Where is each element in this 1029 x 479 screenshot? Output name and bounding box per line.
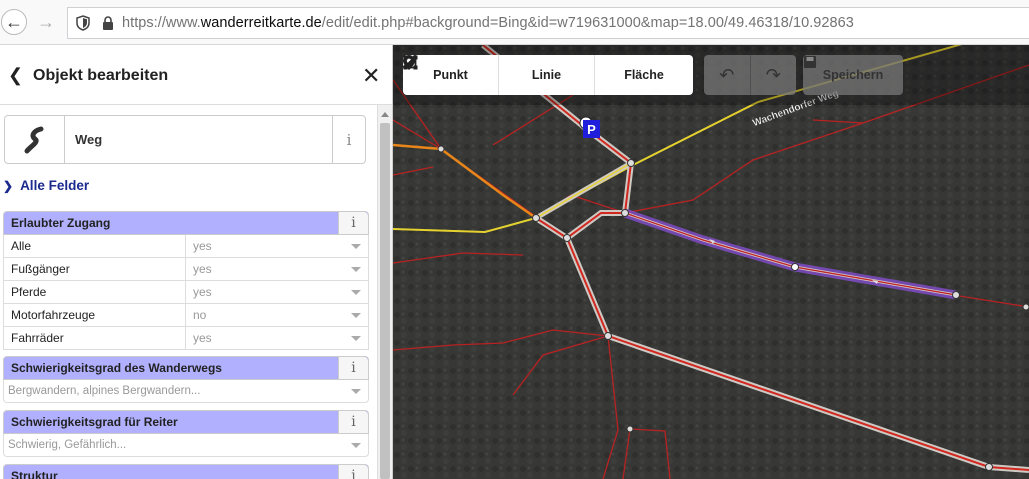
add-line-button[interactable]: Linie	[403, 55, 595, 95]
chevron-down-icon: ❯	[3, 178, 14, 193]
access-combo[interactable]: yes	[186, 235, 368, 257]
dropdown-caret-icon[interactable]	[351, 290, 361, 295]
field-hiking-difficulty: Schwierigkeitsgrad des Wanderwegs i Berg…	[3, 356, 369, 403]
field-label-structure: Struktur i	[3, 464, 369, 479]
inspector-sidebar: ❮ Objekt bearbeiten ✕ Weg i ❯ Alle Felde…	[0, 45, 393, 479]
close-icon[interactable]: ✕	[362, 63, 380, 89]
info-icon[interactable]: i	[338, 212, 368, 234]
path-icon	[5, 116, 65, 163]
all-fields-label: Alle Felder	[20, 178, 90, 193]
info-icon[interactable]: i	[338, 357, 368, 379]
dropdown-caret-icon[interactable]	[351, 389, 361, 394]
field-label-riding: Schwierigkeitsgrad für Reiter i	[3, 410, 369, 434]
redo-icon[interactable]: ↷	[751, 55, 797, 95]
access-combo[interactable]: yes	[186, 327, 368, 349]
preset-selector[interactable]: Weg i	[4, 115, 366, 164]
url-text[interactable]: https://www.wanderreitkarte.de/edit/edit…	[122, 15, 854, 31]
dropdown-caret-icon[interactable]	[351, 244, 361, 249]
field-label-access: Erlaubter Zugang i	[3, 211, 369, 235]
forward-arrow-icon[interactable]: →	[33, 9, 59, 35]
parking-icon[interactable]: P	[579, 116, 600, 138]
chevron-left-icon[interactable]: ❮	[8, 65, 23, 86]
tracking-shield-icon[interactable]	[76, 15, 90, 31]
draw-toolbar: Punkt Linie Fläche	[403, 55, 693, 95]
undo-icon[interactable]: ↶	[704, 55, 751, 95]
browser-toolbar: ← → https://www.wanderreitkarte.de/edit/…	[0, 0, 1029, 45]
sidebar-scrollbar[interactable]	[377, 105, 392, 479]
info-icon[interactable]: i	[338, 465, 368, 479]
page-title: Objekt bearbeiten	[33, 67, 169, 84]
back-arrow-icon[interactable]: ←	[1, 9, 27, 35]
dropdown-caret-icon[interactable]	[351, 313, 361, 318]
access-row: Fußgänger yes	[3, 258, 369, 281]
save-button[interactable]: Speichern	[803, 55, 903, 95]
field-access: Erlaubter Zugang i Alle yes Fußgänger ye…	[3, 211, 369, 350]
field-label-hiking: Schwierigkeitsgrad des Wanderwegs i	[3, 356, 369, 380]
parking-label: P	[587, 122, 596, 137]
dropdown-caret-icon[interactable]	[351, 267, 361, 272]
scrollbar-thumb[interactable]	[380, 123, 390, 479]
all-fields-toggle[interactable]: ❯ Alle Felder	[3, 178, 89, 193]
info-icon[interactable]: i	[338, 411, 368, 433]
dropdown-caret-icon[interactable]	[351, 336, 361, 341]
map-canvas[interactable]: P Wachendorfer Weg Punkt Linie Fläche ↶ …	[393, 45, 1029, 479]
field-structure: Struktur i	[3, 464, 369, 479]
undo-redo-group: ↶ ↷	[704, 55, 796, 95]
save-icon	[804, 56, 816, 68]
preset-name[interactable]: Weg	[65, 116, 333, 163]
dropdown-caret-icon[interactable]	[351, 443, 361, 448]
info-icon[interactable]: i	[333, 116, 365, 163]
sidebar-header: ❮ Objekt bearbeiten ✕	[0, 45, 392, 105]
access-row: Alle yes	[3, 235, 369, 258]
access-combo[interactable]: yes	[186, 258, 368, 280]
lock-icon[interactable]	[102, 16, 114, 30]
url-bar[interactable]: https://www.wanderreitkarte.de/edit/edit…	[67, 7, 1029, 39]
access-combo[interactable]: yes	[186, 281, 368, 303]
add-area-button[interactable]: Fläche	[403, 55, 693, 95]
access-row: Motorfahrzeuge no	[3, 304, 369, 327]
map-features[interactable]: P Wachendorfer Weg	[393, 45, 1029, 479]
area-icon	[403, 55, 418, 70]
hiking-difficulty-combo[interactable]: Bergwandern, alpines Bergwandern...	[3, 380, 369, 403]
access-row: Pferde yes	[3, 281, 369, 304]
field-riding-difficulty: Schwierigkeitsgrad für Reiter i Schwieri…	[3, 410, 369, 457]
scroll-up-arrow-icon[interactable]	[381, 112, 389, 117]
riding-difficulty-combo[interactable]: Schwierig, Gefährlich...	[3, 434, 369, 457]
access-combo[interactable]: no	[186, 304, 368, 326]
access-row: Fahrräder yes	[3, 327, 369, 350]
